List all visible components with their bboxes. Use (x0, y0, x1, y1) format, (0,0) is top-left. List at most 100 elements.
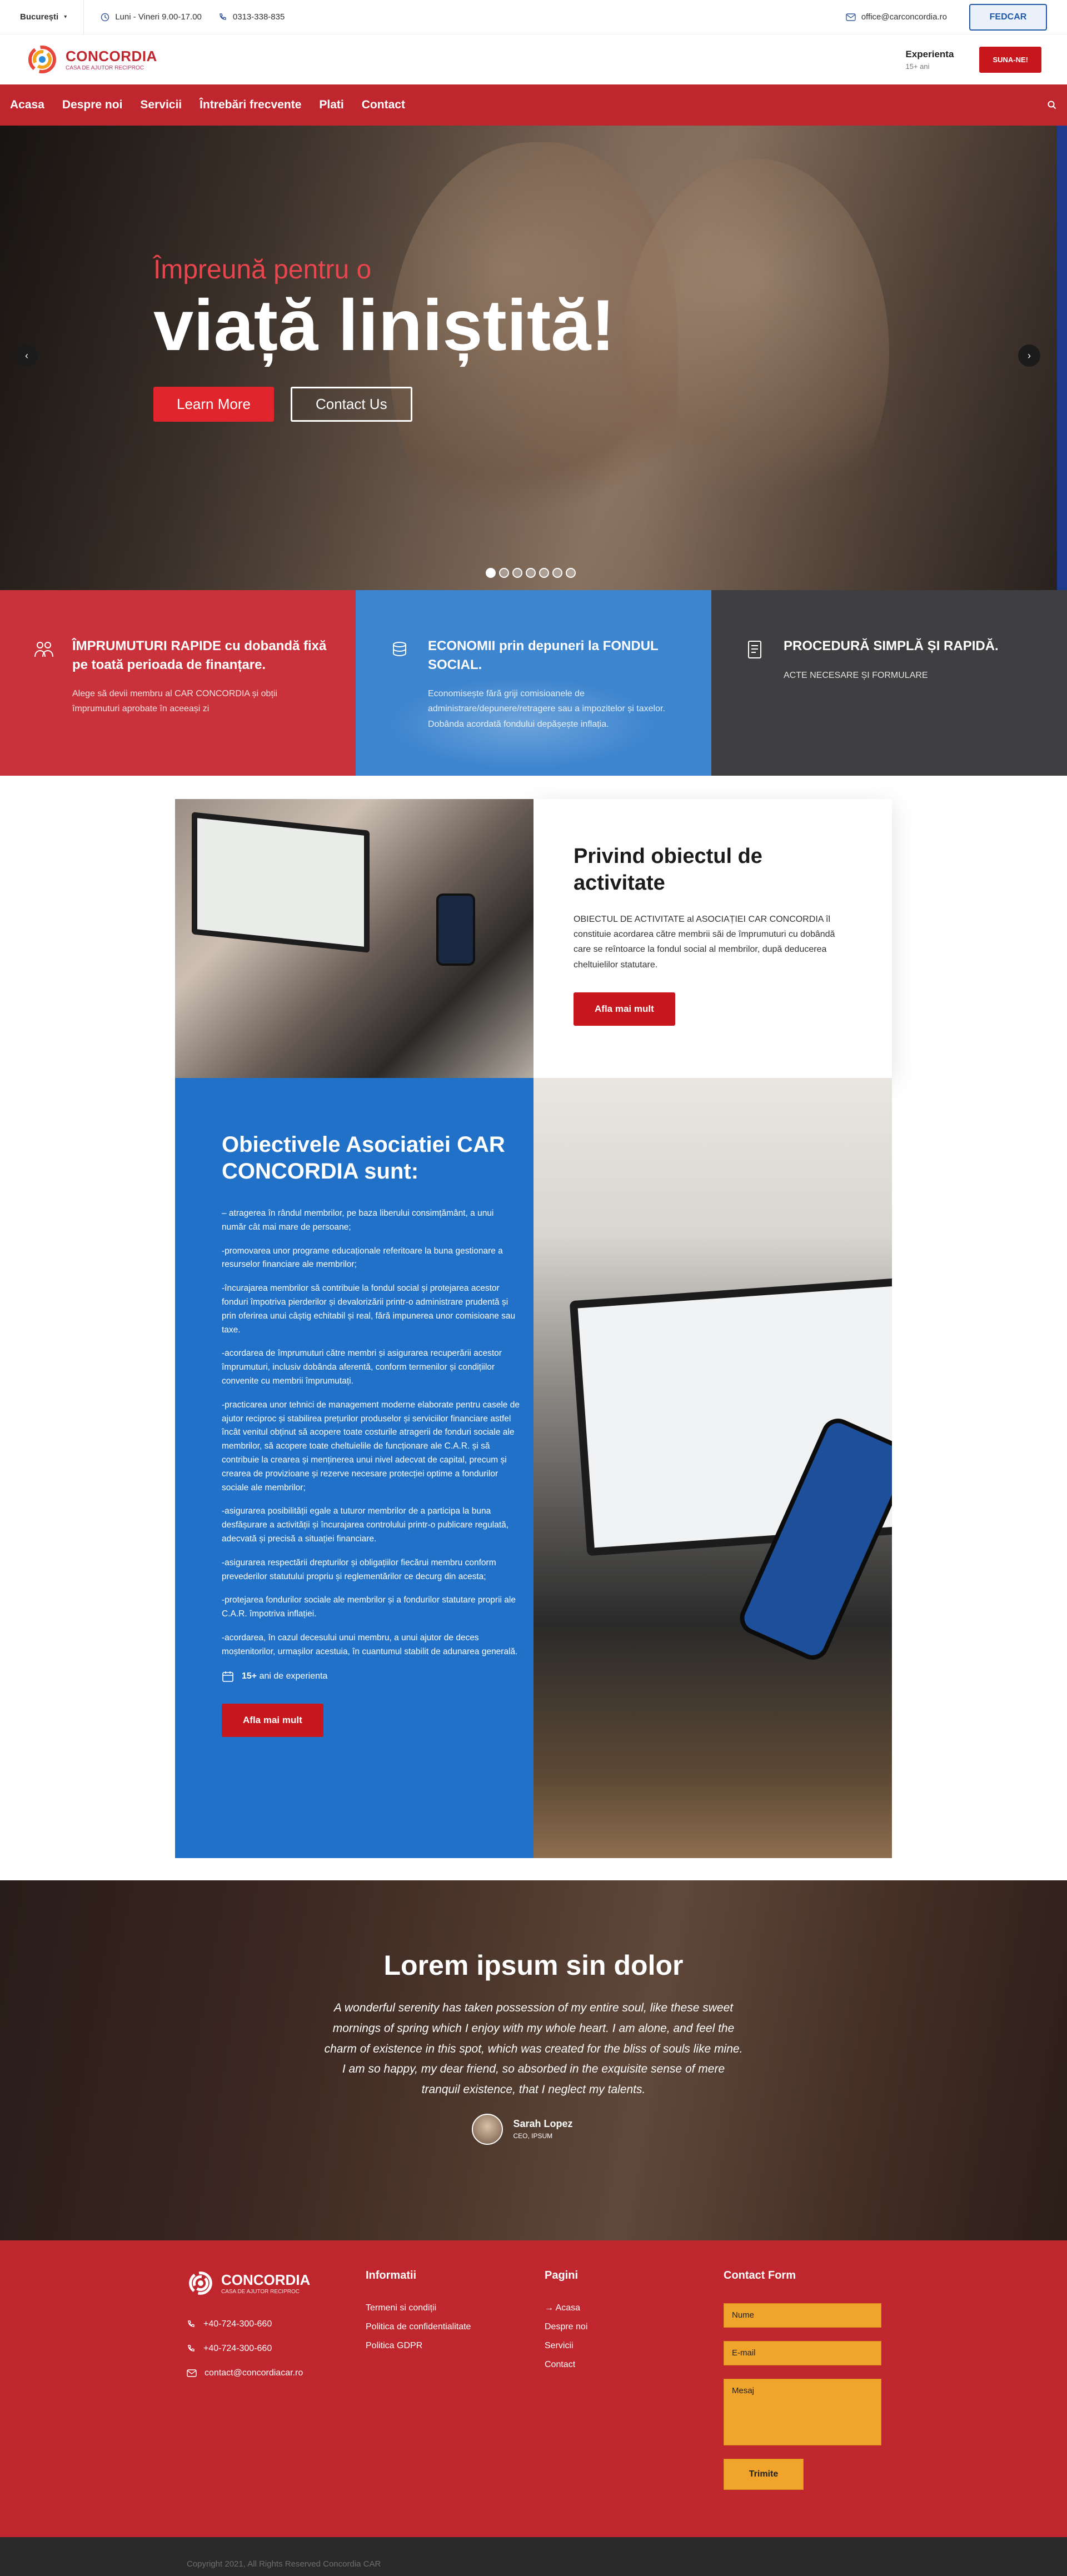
learn-more-button[interactable]: Learn More (153, 386, 274, 422)
footer-contact-info: CONCORDIA CASA DE AJUTOR RECIPROC +40-72… (187, 2269, 310, 2393)
footer-email[interactable]: contact@concordiacar.ro (187, 2368, 310, 2378)
hero-title: viață liniștită! (153, 284, 615, 366)
footer-link-acasa[interactable]: → Acasa (545, 2303, 587, 2313)
feature-savings[interactable]: ECONOMII prin depuneri la FONDUL SOCIAL.… (356, 590, 711, 776)
phone-icon (218, 13, 227, 22)
footer-pages-column: Pagini → Acasa Despre noi Servicii Conta… (545, 2269, 587, 2379)
feature-loans[interactable]: ÎMPRUMUTURI RAPIDE cu dobandă fixă pe to… (0, 590, 356, 776)
footer-link-servicii[interactable]: Servicii (545, 2341, 587, 2351)
nav-item-acasa[interactable]: Acasa (10, 98, 44, 112)
slider-dot[interactable] (486, 568, 496, 578)
footer-link-despre-noi[interactable]: Despre noi (545, 2322, 587, 2332)
nav-item-servicii[interactable]: Servicii (140, 98, 182, 112)
testimonial-quote: A wonderful serenity has taken possessio… (324, 2001, 743, 2096)
slider-dot[interactable] (566, 568, 576, 578)
objective-item: -încurajarea membrilor să contribuie la … (222, 1284, 516, 1335)
activity-more-button[interactable]: Afla mai mult (574, 992, 675, 1026)
laptop-image (175, 799, 534, 1078)
objectives-title: Obiectivele Asociatiei CAR CONCORDIA sun… (222, 1132, 505, 1184)
feature-title: PROCEDURĂ SIMPLĂ ȘI RAPIDĂ. (784, 638, 999, 653)
contact-form-title: Contact Form (724, 2269, 796, 2282)
feature-link[interactable]: ACTE NECESARE ȘI FORMULARE (784, 668, 1023, 683)
clock-icon (101, 13, 109, 22)
avatar (472, 2113, 503, 2145)
document-icon (745, 639, 766, 660)
author-name: Sarah Lopez (513, 2118, 573, 2130)
logo-subtitle: CASA DE AJUTOR RECIPROC (66, 65, 144, 71)
experience-line: 15+ ani de experienta (222, 1670, 520, 1683)
objective-item: – atragerea în rândul membrilor, pe baza… (222, 1209, 494, 1232)
slider-dots (486, 568, 576, 578)
author-role: CEO, IPSUM (513, 2132, 553, 2140)
footer-link-terms[interactable]: Termeni si condiții (366, 2303, 471, 2313)
footer-link-gdpr[interactable]: Politica GDPR (366, 2341, 471, 2351)
phone-text: 0313-338-835 (232, 12, 285, 22)
hero-slider: Împreună pentru o viață liniștită! Learn… (0, 126, 1067, 590)
nav-item-intrebari-frecvente[interactable]: Întrebări frecvente (200, 98, 301, 112)
nav-item-contact[interactable]: Contact (362, 98, 405, 112)
feature-text: Alege să devii membru al CAR CONCORDIA ș… (72, 689, 278, 714)
slider-dot[interactable] (539, 568, 549, 578)
slider-prev-button[interactable]: ‹ (16, 345, 38, 367)
feature-title: ÎMPRUMUTURI RAPIDE cu dobandă fixă pe to… (72, 638, 327, 672)
arrow-right-icon: → (545, 2303, 554, 2313)
footer-info-title: Informatii (366, 2269, 417, 2282)
slider-dot[interactable] (499, 568, 509, 578)
footer-logo-name: CONCORDIA (221, 2272, 311, 2288)
objective-item: -asigurarea posibilității egale a tuturo… (222, 1506, 509, 1544)
slider-dot[interactable] (512, 568, 522, 578)
site-logo[interactable]: CONCORDIA CASA DE AJUTOR RECIPROC (26, 43, 157, 76)
copyright-bar: Copyright 2021, All Rights Reserved Conc… (0, 2537, 1067, 2576)
footer-phone[interactable]: +40-724-300-660 (187, 2319, 310, 2329)
top-phone[interactable]: 0313-338-835 (218, 12, 285, 22)
chevron-down-icon: ▾ (64, 14, 67, 20)
footer-logo[interactable]: CONCORDIA CASA DE AJUTOR RECIPROC (187, 2269, 310, 2297)
footer-link-privacy[interactable]: Politica de confidentialitate (366, 2322, 471, 2332)
footer-link-contact[interactable]: Contact (545, 2360, 587, 2370)
objective-item: -acordarea de împrumuturi către membri ș… (222, 1349, 502, 1386)
objective-item: -promovarea unor programe educaționale r… (222, 1246, 503, 1270)
slider-next-button[interactable]: › (1018, 345, 1040, 367)
city-label: București (20, 12, 59, 22)
footer-info-column: Informatii Termeni si condiții Politica … (366, 2269, 471, 2360)
nav-item-despre-noi[interactable]: Despre noi (62, 98, 123, 112)
footer-pages-title: Pagini (545, 2269, 579, 2282)
slider-dot[interactable] (526, 568, 536, 578)
people-icon (33, 639, 54, 660)
top-bar: București ▾ Luni - Vineri 9.00-17.00 031… (0, 0, 1067, 34)
top-email[interactable]: office@carconcordia.ro (846, 12, 947, 22)
activity-card: Privind obiectul de activitate OBIECTUL … (534, 799, 892, 1078)
experience-title: Experienta (905, 48, 954, 59)
nav-item-plati[interactable]: Plati (319, 98, 343, 112)
submit-button[interactable]: Trimite (724, 2459, 804, 2490)
fedcar-logo[interactable]: FEDCAR (969, 3, 1047, 31)
testimonial-section: Lorem ipsum sin dolor A wonderful sereni… (0, 1880, 1067, 2240)
email-text: office@carconcordia.ro (861, 12, 947, 22)
phone-icon (187, 2344, 196, 2353)
name-field[interactable]: Nume (724, 2303, 881, 2328)
objective-item: -acordarea, în cazul decesului unui memb… (222, 1633, 518, 1656)
feature-text: Economisește fără griji comisioanele de … (428, 689, 665, 729)
footer: CONCORDIA CASA DE AJUTOR RECIPROC +40-72… (0, 2240, 1067, 2537)
hero-content: Împreună pentru o viață liniștită! Learn… (153, 254, 615, 422)
message-field[interactable]: Mesaj (724, 2379, 881, 2445)
objectives-more-button[interactable]: Afla mai mult (222, 1703, 323, 1737)
city-selector[interactable]: București ▾ (20, 0, 84, 34)
footer-phone[interactable]: +40-724-300-660 (187, 2344, 310, 2354)
testimonial-author: Sarah Lopez CEO, IPSUM (300, 2113, 745, 2145)
chevron-left-icon: ‹ (25, 350, 28, 361)
feature-procedure[interactable]: PROCEDURĂ SIMPLĂ ȘI RAPIDĂ. ACTE NECESAR… (711, 590, 1067, 776)
objectives-list: – atragerea în rândul membrilor, pe baza… (222, 1207, 520, 1659)
call-us-button[interactable]: SUNA-NE! (979, 46, 1041, 73)
search-icon[interactable] (1047, 100, 1057, 110)
concordia-logo-icon (28, 46, 56, 73)
experience-badge: Experienta 15+ ani (906, 49, 954, 71)
main-nav: Acasa Despre noi Servicii Întrebări frec… (0, 84, 1067, 126)
logo-name: CONCORDIA (66, 48, 157, 64)
objective-item: -practicarea unor tehnici de management … (222, 1400, 520, 1492)
contact-us-button[interactable]: Contact Us (290, 386, 412, 422)
email-field[interactable]: E-mail (724, 2341, 881, 2365)
slider-dot[interactable] (552, 568, 562, 578)
header: CONCORDIA CASA DE AJUTOR RECIPROC Experi… (0, 34, 1067, 84)
mail-icon (187, 2369, 197, 2377)
